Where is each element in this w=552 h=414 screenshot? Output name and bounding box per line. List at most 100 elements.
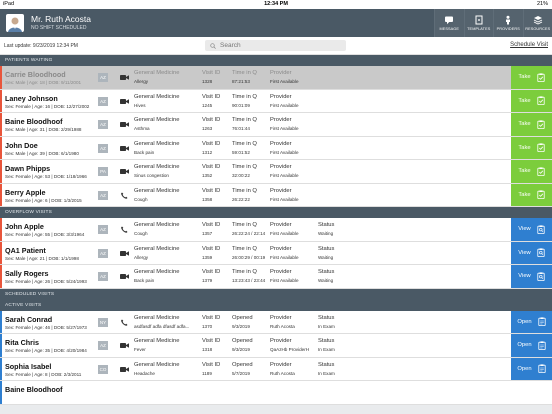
provider-value: First Available (270, 278, 299, 283)
specialty: General Medicine (134, 164, 180, 170)
time-value: 76:01:44 (232, 126, 250, 131)
video-call-icon (120, 122, 129, 127)
patient-row[interactable]: Berry Apple Sex: Female | Age: 6 | DOB: 1… (0, 183, 552, 207)
clipboard-icon (537, 73, 545, 82)
section-overflow-visits: OVERFLOW VISITS (0, 207, 552, 218)
visit-reason: Hives (134, 102, 146, 108)
specialty: General Medicine (134, 314, 180, 321)
open-button[interactable]: Open (511, 334, 552, 357)
patient-row[interactable]: John Doe Sex: Male | Age: 39 | DOB: 6/1/1… (0, 136, 552, 160)
priority-bar (0, 113, 2, 136)
schedule-visit-link[interactable]: Schedule Visit (510, 42, 548, 48)
provider-label: Provider (270, 245, 292, 252)
patient-row[interactable]: Carrie Bloodhood Sex: Male | Age: 18 | DO… (0, 66, 552, 90)
view-button-label: View (518, 273, 531, 280)
time-value: 26:22:24 / 22:14 (232, 231, 266, 236)
take-button[interactable]: Take (511, 89, 552, 112)
state-badge: AZ (98, 248, 108, 258)
open-button-label: Open (517, 318, 532, 325)
state-badge: AZ (98, 96, 108, 106)
time-value: 26:22:22 (232, 196, 250, 202)
time-value: 59:01:52 (232, 149, 250, 155)
patient-row[interactable]: QA1 Patient Sex: Male | Age: 21 | DOB: 1/… (0, 241, 552, 265)
view-button[interactable]: View (511, 218, 552, 241)
patient-demographics: Sex: Male | Age: 39 | DOB: 6/1/1980 (5, 150, 79, 156)
time-value: 32:00:22 (232, 173, 250, 178)
status-value: In Exam (318, 323, 335, 329)
video-call-icon (120, 250, 129, 256)
time-value: 9/3/2019 (232, 323, 250, 329)
patient-row[interactable]: Dawn Phipps Sex: Female | Age: 53 | DOB: … (0, 160, 552, 184)
priority-bar (0, 381, 2, 404)
visit-reason: asdfasdf adfa dfasdf adfa... (134, 323, 190, 329)
take-button[interactable]: Take (511, 66, 552, 89)
state-badge: AZ (98, 143, 108, 153)
time-label: Time in Q (232, 93, 257, 100)
status-value: In Exam (318, 370, 335, 376)
state-badge: AZ (98, 190, 108, 200)
patient-row[interactable]: Sally Rogers Sex: Female | Age: 26 | DOB:… (0, 265, 552, 289)
time-label: Time in Q (232, 222, 257, 228)
video-call-icon (120, 274, 129, 279)
take-button[interactable]: Take (511, 183, 552, 206)
patient-row[interactable]: Baine Bloodhoof Sex: Male | Age: 31 | DOB… (0, 113, 552, 137)
view-button[interactable]: View (511, 241, 552, 264)
resources-button[interactable]: RESOURCES (522, 9, 552, 37)
view-button[interactable]: View (511, 265, 552, 288)
visit-id-label: Visit ID (202, 70, 221, 76)
clipboard-search-icon (537, 225, 545, 234)
visit-id-label: Visit ID (202, 269, 221, 275)
take-button[interactable]: Take (511, 160, 552, 183)
templates-button[interactable]: TEMPLATES (463, 9, 493, 37)
patient-row[interactable]: Sophia Isabel Sex: Female | Age: 8 | DOB:… (0, 357, 552, 381)
clipboard-search-icon (537, 272, 545, 281)
priority-bar (0, 136, 2, 159)
patient-name: Sophia Isabel (5, 361, 52, 371)
providers-button[interactable]: PROVIDERS (493, 9, 523, 37)
status-label: Status (318, 338, 335, 344)
take-button[interactable]: Take (511, 136, 552, 159)
patient-row[interactable]: Baine Bloodhoof (0, 381, 552, 405)
message-label: MESSAGE (439, 27, 459, 31)
visit-reason: Fever (134, 347, 146, 352)
section-patients-waiting: PATIENTS WAITING (0, 55, 552, 66)
provider-value: First Available (270, 231, 299, 236)
visit-id: 1379 (202, 278, 213, 283)
visit-reason: Cough (134, 231, 148, 236)
state-badge: AZ (98, 120, 108, 129)
open-button[interactable]: Open (511, 310, 552, 333)
search-box[interactable] (205, 40, 346, 51)
open-button[interactable]: Open (511, 357, 552, 380)
provider-value: First Available (270, 126, 299, 131)
state-badge: AZ (98, 272, 108, 281)
avatar[interactable] (6, 14, 24, 32)
message-button[interactable]: MESSAGE (434, 9, 464, 37)
priority-bar (0, 334, 2, 357)
visit-reason: Asthma (134, 126, 150, 131)
device-status-bar: iPad 12:34 PM 21% (0, 0, 552, 9)
specialty: General Medicine (134, 140, 180, 147)
search-input[interactable] (220, 42, 330, 49)
patient-row[interactable]: Rita Chris Sex: Female | Age: 35 | DOB: 4… (0, 334, 552, 358)
patient-name: Rita Chris (5, 338, 39, 347)
provider-value: First Available (270, 173, 299, 178)
provider-value: Ruth Acosta (270, 323, 295, 329)
specialty: General Medicine (134, 222, 180, 228)
patient-row[interactable]: Laney Johnson Sex: Female | Age: 16 | DOB… (0, 89, 552, 113)
take-button[interactable]: Take (511, 113, 552, 136)
patient-demographics: Sex: Female | Age: 16 | DOB: 12/27/2002 (5, 103, 90, 109)
visit-id-label: Visit ID (202, 314, 221, 321)
visit-id: 1318 (202, 347, 213, 352)
provider-value: First Available (270, 149, 299, 155)
provider-label: Provider (270, 70, 292, 76)
patient-row[interactable]: John Apple Sex: Female | Age: 55 | DOB: 3… (0, 218, 552, 242)
visit-id-label: Visit ID (202, 140, 221, 147)
patient-demographics: Sex: Male | Age: 21 | DOB: 1/1/1998 (5, 255, 79, 261)
state-badge: AZ (98, 341, 108, 350)
patient-name: Baine Bloodhoof (5, 117, 63, 126)
patient-name: Baine Bloodhoof (5, 385, 63, 394)
priority-bar (0, 265, 2, 288)
patient-row[interactable]: Sarah Conrad Sex: Female | Age: 46 | DOB:… (0, 310, 552, 334)
status-value: Waiting (318, 254, 334, 260)
take-button-label: Take (518, 121, 531, 128)
